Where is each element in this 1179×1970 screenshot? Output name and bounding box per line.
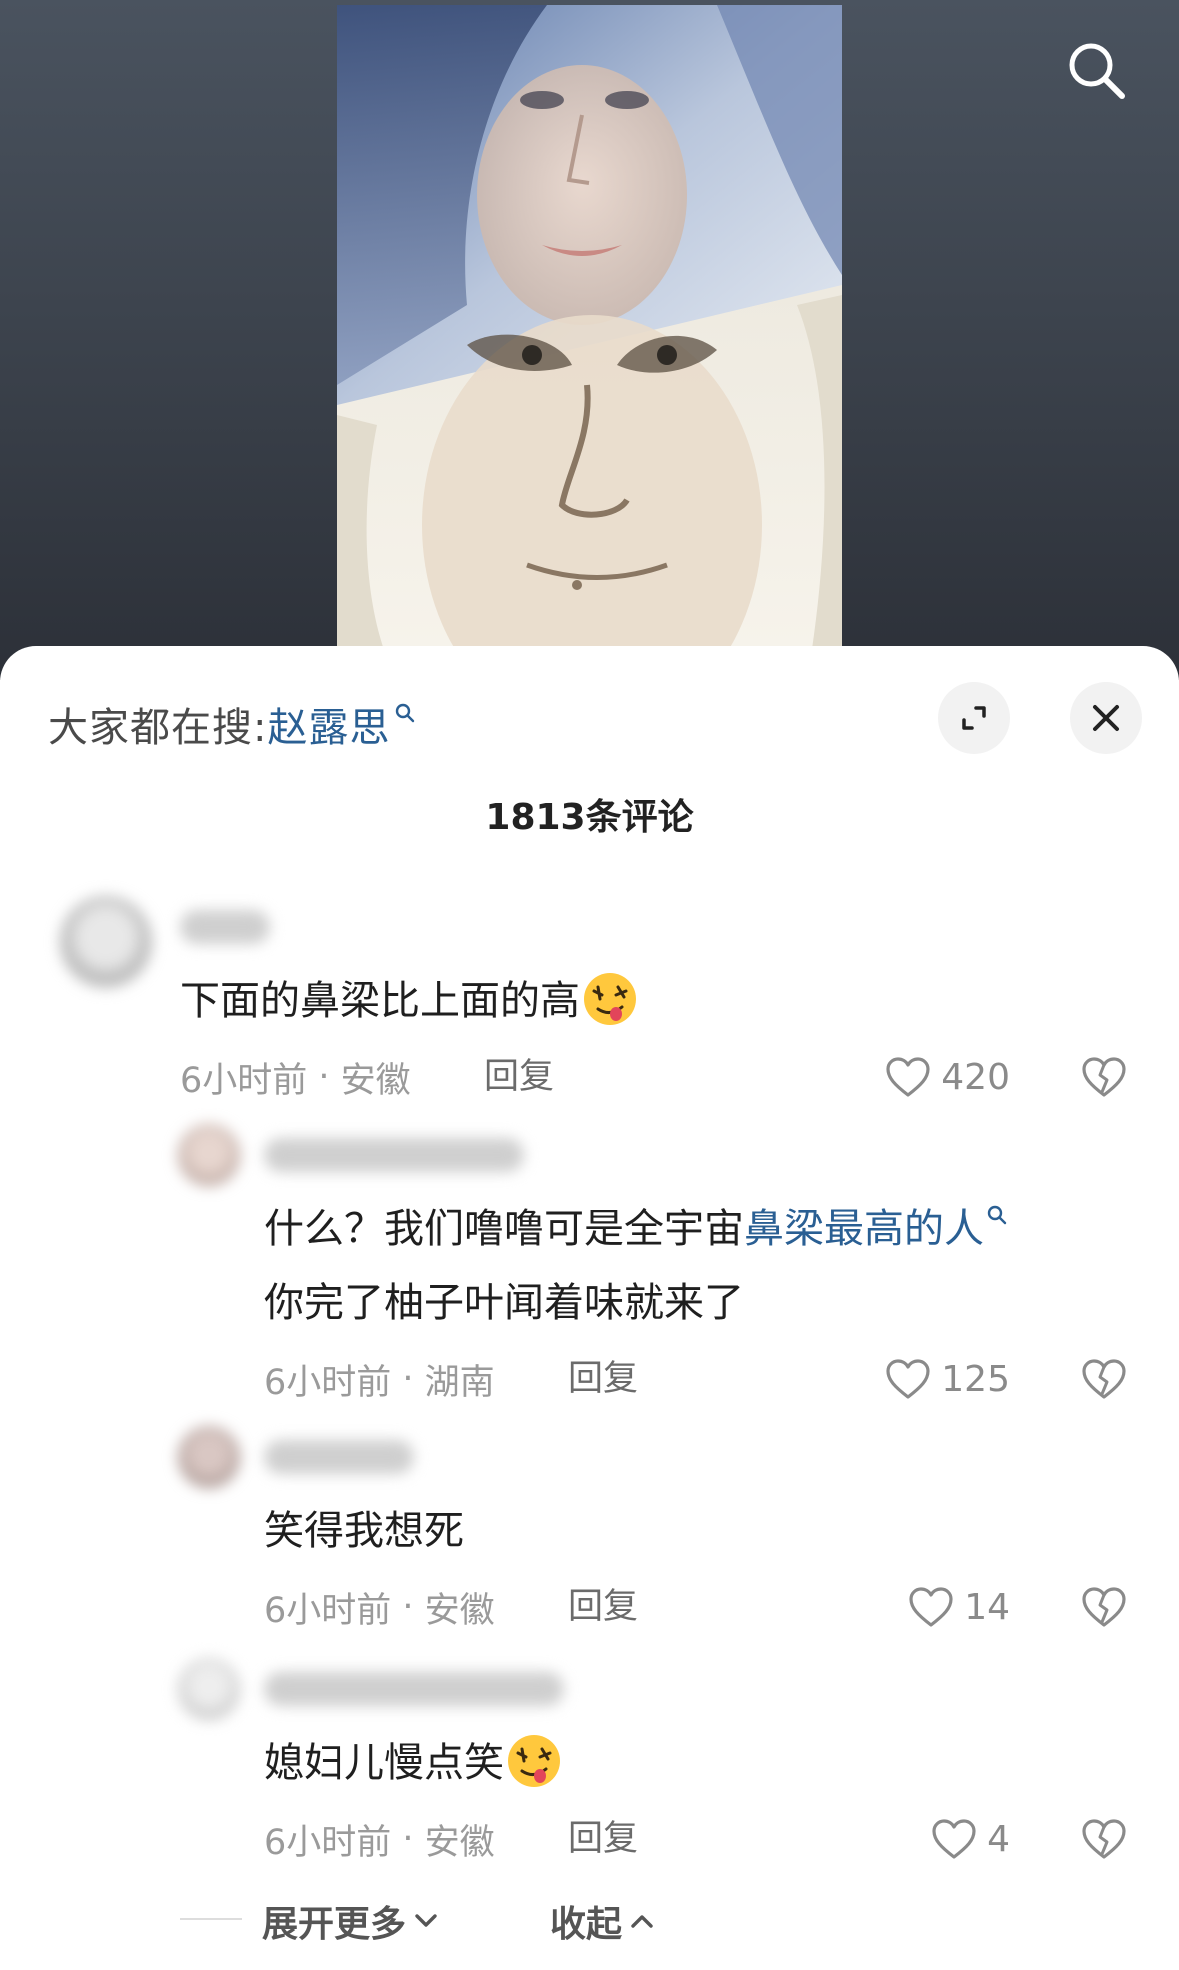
suggestion-prefix: 大家都在搜: <box>48 705 268 751</box>
reply-button[interactable]: 回复 <box>568 1354 638 1404</box>
comment-location: 湖南 <box>424 1362 495 1403</box>
comment-location: 安徽 <box>340 1060 411 1101</box>
comment-text-line2: 你完了柚子叶闻着味就来了 <box>264 1280 744 1326</box>
search-small-icon <box>987 1205 1007 1225</box>
comment-text: 下面的鼻梁比上面的高 <box>180 964 640 1038</box>
like-button[interactable]: 125 <box>870 1351 1010 1407</box>
comment-text: 什么？我们噜噜可是全宇宙鼻梁最高的人 <box>264 1192 1008 1266</box>
chevron-down-icon <box>415 1914 437 1927</box>
comments-count-title: 1813条评论 <box>485 797 694 838</box>
username[interactable] <box>264 1440 414 1474</box>
collapse-label: 收起 <box>550 1904 623 1945</box>
broken-heart-icon <box>1082 1359 1126 1399</box>
comment-time: 6小时前 <box>264 1822 392 1863</box>
like-button[interactable]: 4 <box>870 1811 1010 1867</box>
comment-meta: 6小时前 · 安徽 <box>180 1052 411 1102</box>
heart-icon <box>909 1587 953 1627</box>
comment-meta: 6小时前 · 安徽 <box>264 1582 495 1632</box>
like-count: 125 <box>941 1358 1010 1400</box>
meta-separator: · <box>307 1057 341 1097</box>
reply-button[interactable]: 回复 <box>484 1052 554 1102</box>
collapse-button[interactable]: 收起 <box>550 1896 656 1946</box>
comment-time: 6小时前 <box>180 1060 308 1101</box>
broken-heart-icon <box>1082 1587 1126 1627</box>
drooling-emoji-icon <box>584 973 636 1025</box>
broken-heart-icon <box>1082 1057 1126 1097</box>
expand-more-label: 展开更多 <box>262 1904 407 1945</box>
divider <box>180 1918 242 1920</box>
username[interactable] <box>264 1672 564 1706</box>
comment-search-link[interactable]: 鼻梁最高的人 <box>744 1206 984 1252</box>
heart-icon <box>886 1057 930 1097</box>
comment-location: 安徽 <box>424 1822 495 1863</box>
meta-separator: · <box>391 1587 425 1627</box>
like-button[interactable]: 420 <box>870 1049 1010 1105</box>
close-icon <box>1093 705 1119 731</box>
comment-sheet: 大家都在搜: 赵露思 1813条评论 下面的鼻梁比上面的高 6小时前 · 安徽 … <box>0 646 1179 1970</box>
username[interactable] <box>180 910 270 944</box>
like-button[interactable]: 14 <box>870 1579 1010 1635</box>
comment-meta: 6小时前 · 安徽 <box>264 1814 495 1864</box>
like-count: 4 <box>987 1818 1010 1860</box>
username[interactable] <box>264 1138 524 1172</box>
close-button[interactable] <box>1070 682 1142 754</box>
video-image <box>337 5 842 680</box>
comment-text: 笑得我想死 <box>264 1508 464 1554</box>
avatar[interactable] <box>178 1658 240 1720</box>
meta-separator: · <box>391 1359 425 1399</box>
heart-icon <box>932 1819 976 1859</box>
avatar[interactable] <box>178 1426 240 1488</box>
expand-more-button[interactable]: 展开更多 <box>262 1896 440 1946</box>
drooling-emoji-icon <box>508 1735 560 1787</box>
broken-heart-icon <box>1082 1819 1126 1859</box>
comment-meta: 6小时前 · 湖南 <box>264 1354 495 1404</box>
reply-button[interactable]: 回复 <box>568 1582 638 1632</box>
reply-button[interactable]: 回复 <box>568 1814 638 1864</box>
chevron-up-icon <box>631 1915 653 1928</box>
dislike-button[interactable] <box>1076 1351 1132 1407</box>
search-icon <box>1069 43 1125 99</box>
suggestion-term[interactable]: 赵露思 <box>267 695 390 753</box>
meta-separator: · <box>391 1819 425 1859</box>
expand-icon <box>962 706 986 730</box>
video-area[interactable] <box>0 0 1179 680</box>
dislike-button[interactable] <box>1076 1049 1132 1105</box>
heart-icon <box>886 1359 930 1399</box>
like-count: 420 <box>941 1056 1010 1098</box>
dislike-button[interactable] <box>1076 1811 1132 1867</box>
comment-location: 安徽 <box>424 1590 495 1631</box>
expand-button[interactable] <box>938 682 1010 754</box>
search-button[interactable] <box>1058 32 1134 108</box>
like-count: 14 <box>964 1586 1010 1628</box>
avatar[interactable] <box>178 1124 240 1186</box>
search-suggestion[interactable]: 大家都在搜: 赵露思 <box>48 694 416 754</box>
comment-text: 媳妇儿慢点笑 <box>264 1726 564 1800</box>
comment-time: 6小时前 <box>264 1590 392 1631</box>
dislike-button[interactable] <box>1076 1579 1132 1635</box>
video-thumbnail[interactable] <box>337 5 842 680</box>
avatar[interactable] <box>60 896 152 988</box>
search-small-icon <box>396 703 415 723</box>
comment-time: 6小时前 <box>264 1362 392 1403</box>
